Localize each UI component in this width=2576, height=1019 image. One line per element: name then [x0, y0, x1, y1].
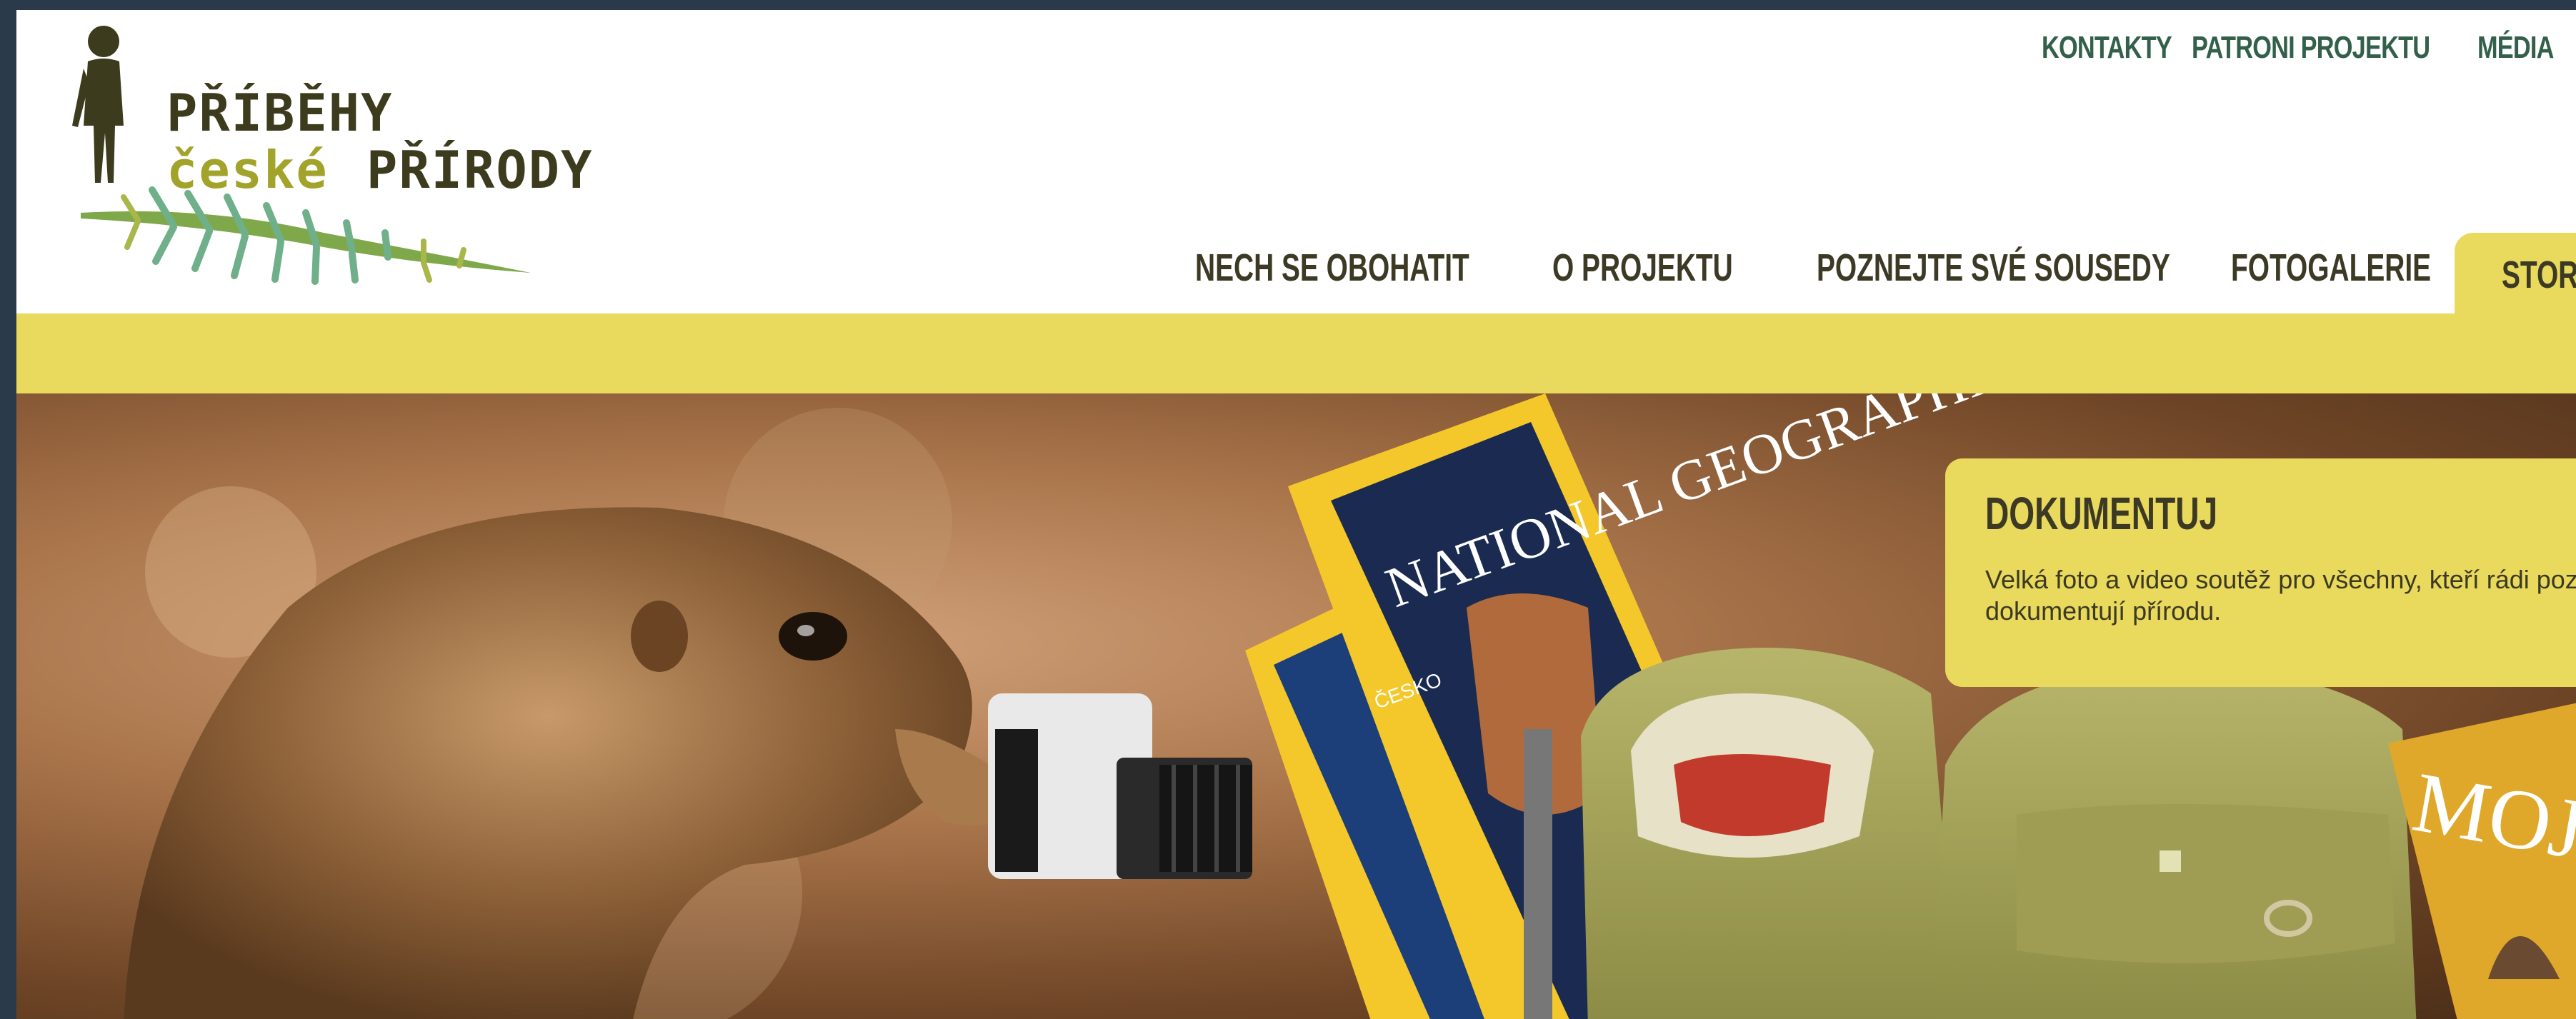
- main-nav-item: NECH SE OBOHATIT: [1195, 246, 1552, 313]
- main-nav-item: FOTOGALERIE: [2231, 246, 2445, 313]
- moje-magazine: MOJE: [2388, 703, 2576, 1019]
- logo-text-ceske: české: [166, 140, 329, 200]
- main-nav-item: O PROJEKTU: [1552, 246, 1817, 313]
- backpack-figure: [1524, 648, 2417, 1019]
- nav-nech-se-obohatit[interactable]: NECH SE OBOHATIT: [1195, 246, 1469, 290]
- logo-text-pribehy: PŘÍBĚHY: [166, 83, 394, 143]
- hero-card-title: DOKUMENTUJ: [1985, 488, 2218, 539]
- top-nav: KONTAKTY PATRONI PROJEKTU MÉDIA: [2042, 30, 2576, 80]
- hero-card[interactable]: DOKUMENTUJ Velká foto a video soutěž pro…: [1945, 458, 2576, 687]
- top-nav-item: PATRONI PROJEKTU: [2192, 30, 2477, 80]
- nav-story-tab[interactable]: STORY: [2455, 233, 2576, 313]
- main-nav-item: POZNEJTE SVÉ SOUSEDY: [1817, 246, 2231, 313]
- nav-poznejte-sve-sousedy[interactable]: POZNEJTE SVÉ SOUSEDY: [1817, 246, 2170, 290]
- nav-story-label: STORY: [2502, 254, 2576, 296]
- top-nav-item: KONTAKTY: [2042, 30, 2192, 80]
- site-logo[interactable]: PŘÍBĚHY české PŘÍRODY: [66, 19, 591, 304]
- top-nav-item: MÉDIA: [2477, 30, 2576, 80]
- site-header: PŘÍBĚHY české PŘÍRODY KONTAKTY PATRONI P…: [16, 10, 2576, 313]
- nav-o-projektu[interactable]: O PROJEKTU: [1552, 246, 1733, 290]
- top-nav-kontakty[interactable]: KONTAKTY: [2042, 30, 2172, 66]
- page-frame: PŘÍBĚHY české PŘÍRODY KONTAKTY PATRONI P…: [16, 10, 2576, 1019]
- hero-banner[interactable]: NATIONAL GEOGRAPHIC ČESKO MOJE DOKUMENTU…: [16, 393, 2576, 1019]
- nav-fotogalerie[interactable]: FOTOGALERIE: [2231, 246, 2431, 290]
- camera-figure: [988, 693, 1252, 879]
- top-nav-patroni[interactable]: PATRONI PROJEKTU: [2192, 30, 2430, 66]
- hero-card-text: Velká foto a video soutěž pro všechny, k…: [1985, 565, 2576, 626]
- top-nav-media[interactable]: MÉDIA: [2477, 30, 2554, 66]
- main-nav: NECH SE OBOHATIT O PROJEKTU POZNEJTE SVÉ…: [1195, 246, 2445, 313]
- logo-text-prirody: PŘÍRODY: [366, 140, 594, 200]
- yellow-band: [16, 313, 2576, 393]
